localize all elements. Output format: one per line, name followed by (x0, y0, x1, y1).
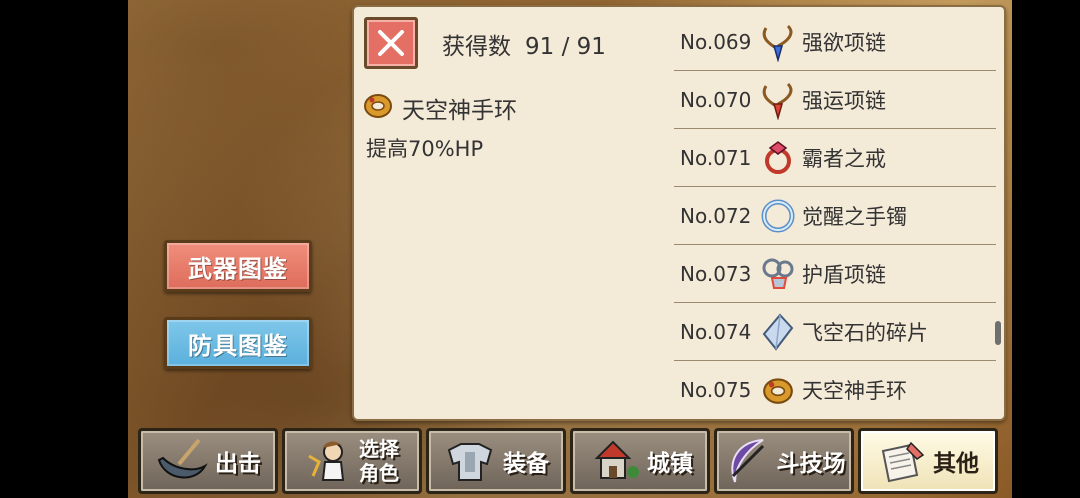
town-icon (594, 440, 639, 479)
bangle-icon (758, 196, 798, 236)
list-item[interactable]: No.075 天空神手环 (674, 361, 996, 419)
item-number: No.074 (680, 319, 752, 344)
nav-character-label-line1: 选择 (359, 437, 399, 461)
list-scrollbar[interactable] (995, 321, 1001, 345)
nav-arena-label: 斗技场 (776, 451, 846, 477)
nav-character-button[interactable]: 选择 角色 (282, 428, 422, 494)
list-item[interactable]: No.073 护盾项链 (674, 245, 996, 303)
scroll-icon (881, 441, 925, 483)
sortie-icon (157, 438, 208, 479)
item-number: No.073 (680, 261, 752, 286)
item-number: No.070 (680, 87, 752, 112)
item-name: 天空神手环 (802, 379, 907, 403)
item-number: No.071 (680, 145, 752, 170)
item-name: 强运项链 (802, 88, 886, 113)
close-icon (378, 30, 404, 56)
nav-other-button[interactable]: 其他 (858, 428, 998, 494)
crystal-shard-icon (758, 312, 798, 352)
list-item[interactable]: No.070 强运项链 (674, 71, 996, 129)
necklace-blue-icon (758, 22, 798, 62)
bracelet-icon (362, 89, 394, 127)
armor-icon (447, 443, 493, 481)
shield-necklace-icon (758, 254, 798, 294)
nav-character-label-line2: 角色 (359, 461, 399, 485)
item-name: 觉醒之手镯 (802, 204, 907, 229)
list-item[interactable]: No.069 强欲项链 (674, 13, 996, 71)
nav-character-label: 选择 角色 (359, 437, 399, 485)
encyclopedia-panel: 获得数 91 / 91 天空神手环 提高70%HP No.069 强欲项链 No.… (352, 5, 1006, 421)
selected-item-name: 天空神手环 (402, 98, 517, 124)
obtained-count-label: 获得数 (442, 34, 511, 60)
character-icon (308, 441, 345, 481)
selected-item-description: 提高70%HP (366, 137, 484, 161)
nav-sortie-button[interactable]: 出击 (138, 428, 278, 494)
necklace-red-icon (758, 80, 798, 120)
item-number: No.069 (680, 29, 752, 54)
bottom-navigation: 出击 选择 角色 装备 城镇 斗技场 其他 (138, 428, 998, 494)
item-name: 强欲项链 (802, 30, 886, 55)
nav-other-label: 其他 (933, 451, 979, 477)
item-list[interactable]: No.069 强欲项链 No.070 强运项链 No.071 霸者之戒 No.0… (674, 13, 996, 419)
item-number: No.072 (680, 203, 752, 228)
list-item[interactable]: No.074 飞空石的碎片 (674, 303, 996, 361)
item-name: 飞空石的碎片 (802, 320, 928, 345)
selected-item-title: 天空神手环 (362, 89, 517, 127)
ring-icon (758, 138, 798, 178)
bracelet-icon (758, 370, 798, 410)
nav-town-label: 城镇 (647, 451, 693, 477)
list-item[interactable]: No.071 霸者之戒 (674, 129, 996, 187)
nav-equipment-label: 装备 (503, 451, 549, 477)
armor-encyclopedia-label: 防具图鉴 (188, 331, 288, 360)
arena-icon (730, 439, 764, 483)
obtained-count-value: 91 / 91 (525, 34, 606, 60)
armor-encyclopedia-button[interactable]: 防具图鉴 (164, 317, 312, 369)
nav-town-button[interactable]: 城镇 (570, 428, 710, 494)
weapon-encyclopedia-button[interactable]: 武器图鉴 (164, 240, 312, 292)
item-number: No.075 (680, 378, 752, 402)
weapon-encyclopedia-label: 武器图鉴 (188, 254, 288, 283)
obtained-count: 获得数 91 / 91 (442, 27, 606, 61)
nav-arena-button[interactable]: 斗技场 (714, 428, 854, 494)
list-item[interactable]: No.072 觉醒之手镯 (674, 187, 996, 245)
close-button[interactable] (364, 17, 418, 69)
item-name: 护盾项链 (802, 262, 886, 287)
nav-equipment-button[interactable]: 装备 (426, 428, 566, 494)
nav-sortie-label: 出击 (215, 451, 261, 477)
item-name: 霸者之戒 (802, 146, 886, 171)
